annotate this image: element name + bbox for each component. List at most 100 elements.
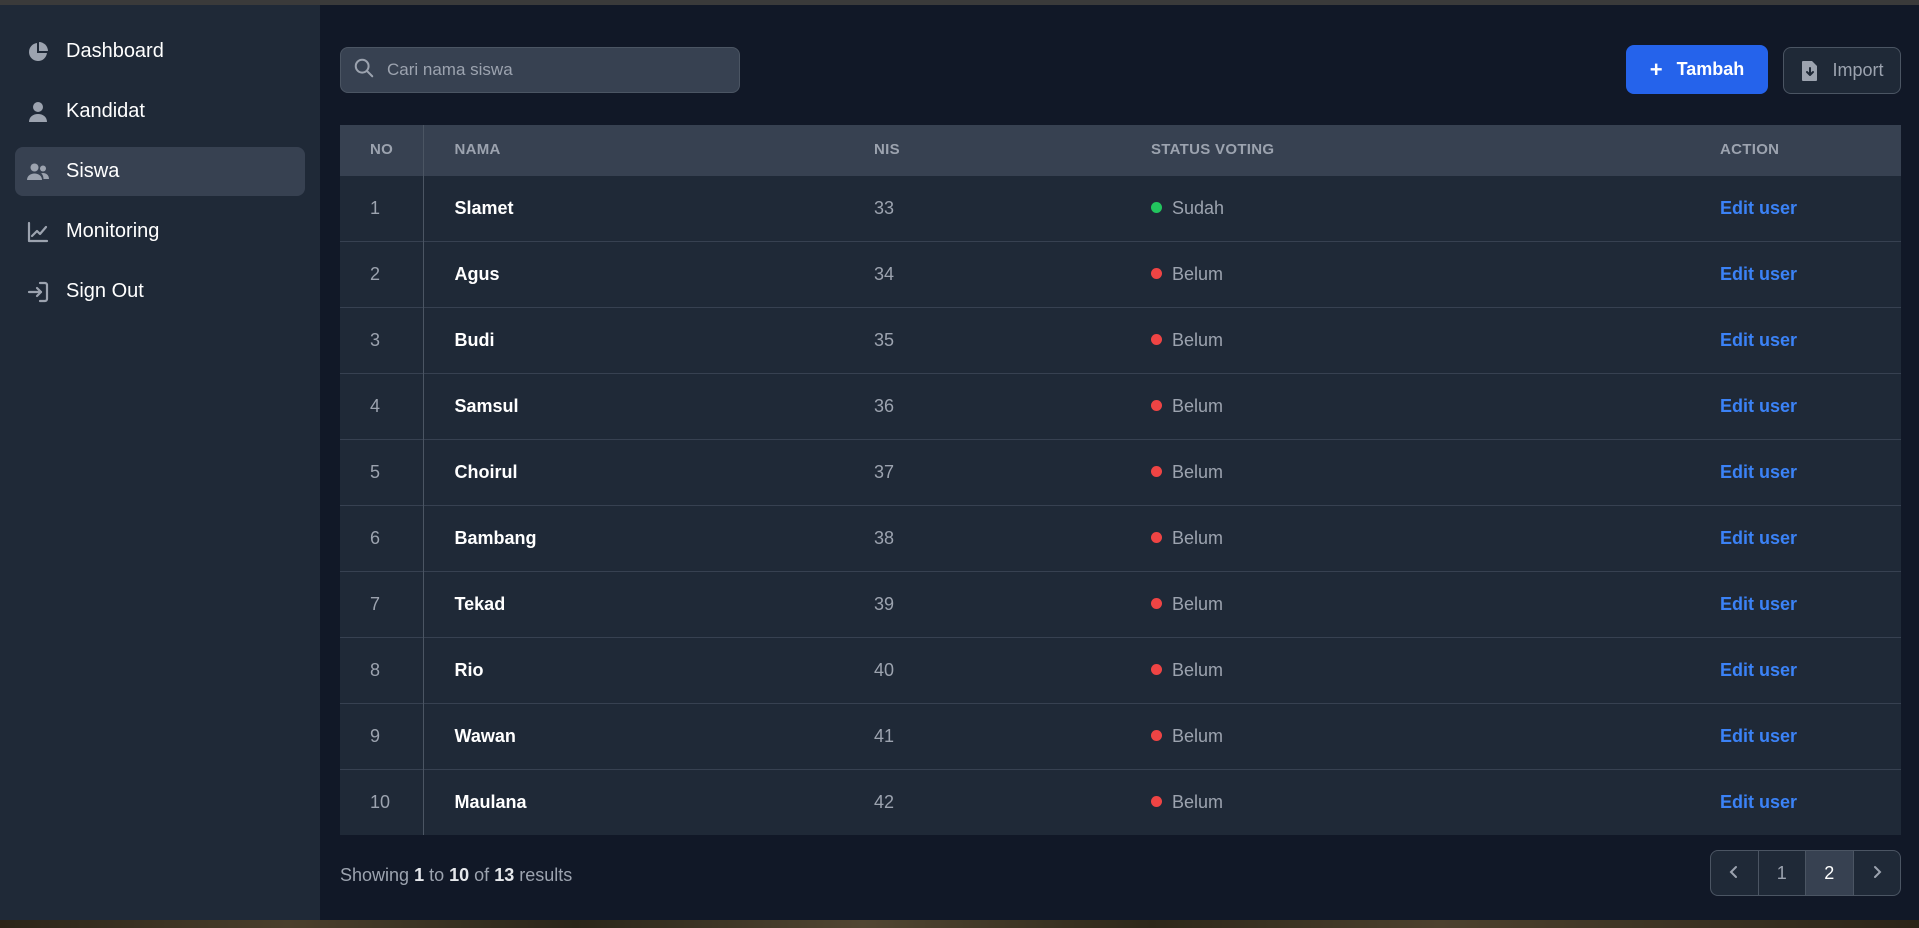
plus-icon: + bbox=[1649, 56, 1663, 82]
header-nama: NAMA bbox=[454, 141, 501, 159]
range-to: 10 bbox=[449, 865, 470, 885]
cell-action: Edit user bbox=[1720, 241, 1901, 307]
cell-action: Edit user bbox=[1720, 373, 1901, 439]
status-text: Belum bbox=[1172, 659, 1224, 680]
cell-nis: 38 bbox=[874, 527, 895, 548]
cell-status: Belum bbox=[1151, 505, 1720, 571]
page-button-1[interactable]: 1 bbox=[1759, 851, 1806, 895]
total-count: 13 bbox=[494, 865, 515, 885]
status-dot-icon bbox=[1151, 399, 1162, 411]
main-content: + Tambah Import NO NAMA NIS STATUS VOTIN… bbox=[320, 5, 1919, 920]
status-dot-icon bbox=[1151, 333, 1162, 345]
next-page-button[interactable] bbox=[1854, 851, 1901, 895]
sidebar-item-label: Dashboard bbox=[66, 40, 164, 62]
import-button[interactable]: Import bbox=[1783, 47, 1901, 94]
cell-no: 10 bbox=[340, 769, 424, 835]
cell-no: 1 bbox=[340, 175, 424, 241]
cell-nis: 41 bbox=[874, 725, 895, 746]
sidebar-item-kandidat[interactable]: Kandidat bbox=[15, 87, 305, 136]
edit-user-link[interactable]: Edit user bbox=[1720, 396, 1797, 416]
cell-no: 8 bbox=[340, 637, 424, 703]
status-text: Belum bbox=[1172, 461, 1224, 482]
cell-no: 3 bbox=[340, 307, 424, 373]
cell-nis: 39 bbox=[874, 593, 895, 614]
user-icon bbox=[25, 99, 51, 125]
header-status-voting: STATUS VOTING bbox=[1151, 141, 1275, 159]
cell-no: 9 bbox=[340, 703, 424, 769]
cell-action: Edit user bbox=[1720, 703, 1901, 769]
edit-user-link[interactable]: Edit user bbox=[1720, 660, 1797, 680]
status-dot-icon bbox=[1151, 465, 1162, 477]
search-input[interactable] bbox=[387, 60, 727, 80]
pagination: 1 2 bbox=[1710, 850, 1901, 896]
cell-action: Edit user bbox=[1720, 637, 1901, 703]
edit-user-link[interactable]: Edit user bbox=[1720, 594, 1797, 614]
cell-nama: Bambang bbox=[454, 527, 537, 548]
status-text: Belum bbox=[1172, 263, 1224, 284]
students-table: NO NAMA NIS STATUS VOTING ACTION 1 Slamet… bbox=[340, 125, 1901, 835]
cell-nis: 34 bbox=[874, 263, 895, 284]
cell-nis: 37 bbox=[874, 461, 895, 482]
edit-user-link[interactable]: Edit user bbox=[1720, 726, 1797, 746]
cell-nama: Choirul bbox=[454, 461, 518, 482]
cell-nis: 36 bbox=[874, 395, 895, 416]
cell-status: Belum bbox=[1151, 571, 1720, 637]
of-label: of bbox=[474, 865, 490, 885]
search-icon bbox=[353, 57, 375, 84]
cell-nama: Budi bbox=[454, 329, 495, 350]
status-text: Belum bbox=[1172, 395, 1224, 416]
results-summary: Showing 1 to 10 of 13 results bbox=[340, 865, 572, 886]
cell-action: Edit user bbox=[1720, 175, 1901, 241]
table-row: 3 Budi 35 Belum Edit user bbox=[340, 307, 1901, 373]
table-row: 4 Samsul 36 Belum Edit user bbox=[340, 373, 1901, 439]
edit-user-link[interactable]: Edit user bbox=[1720, 462, 1797, 482]
sidebar: Dashboard Kandidat Siswa Monitoring Sign… bbox=[0, 5, 320, 920]
cell-nis: 42 bbox=[874, 791, 895, 812]
cell-action: Edit user bbox=[1720, 307, 1901, 373]
edit-user-link[interactable]: Edit user bbox=[1720, 198, 1797, 218]
users-icon bbox=[25, 159, 51, 185]
table-row: 2 Agus 34 Belum Edit user bbox=[340, 241, 1901, 307]
status-text: Belum bbox=[1172, 725, 1224, 746]
results-label: results bbox=[519, 865, 573, 885]
header-nis: NIS bbox=[874, 141, 900, 159]
table-row: 1 Slamet 33 Sudah Edit user bbox=[340, 175, 1901, 241]
sidebar-item-sign-out[interactable]: Sign Out bbox=[15, 267, 305, 316]
cell-no: 5 bbox=[340, 439, 424, 505]
cell-action: Edit user bbox=[1720, 439, 1901, 505]
file-import-icon bbox=[1800, 60, 1820, 82]
sidebar-item-dashboard[interactable]: Dashboard bbox=[15, 27, 305, 76]
cell-status: Belum bbox=[1151, 637, 1720, 703]
status-text: Belum bbox=[1172, 593, 1224, 614]
status-text: Sudah bbox=[1172, 197, 1225, 218]
cell-action: Edit user bbox=[1720, 769, 1901, 835]
sidebar-item-label: Sign Out bbox=[66, 280, 144, 302]
showing-label: Showing bbox=[340, 865, 410, 885]
cell-nama: Wawan bbox=[454, 725, 516, 746]
table-row: 5 Choirul 37 Belum Edit user bbox=[340, 439, 1901, 505]
edit-user-link[interactable]: Edit user bbox=[1720, 792, 1797, 812]
sidebar-item-siswa[interactable]: Siswa bbox=[15, 147, 305, 196]
status-text: Belum bbox=[1172, 791, 1224, 812]
status-dot-icon bbox=[1151, 531, 1162, 543]
status-text: Belum bbox=[1172, 527, 1224, 548]
page-button-2[interactable]: 2 bbox=[1806, 851, 1854, 895]
cell-nama: Samsul bbox=[454, 395, 519, 416]
add-button[interactable]: + Tambah bbox=[1626, 45, 1768, 94]
status-dot-icon bbox=[1151, 267, 1162, 279]
sidebar-item-label: Siswa bbox=[66, 160, 120, 182]
chevron-left-icon bbox=[1728, 863, 1740, 884]
edit-user-link[interactable]: Edit user bbox=[1720, 528, 1797, 548]
header-action: ACTION bbox=[1720, 141, 1780, 159]
edit-user-link[interactable]: Edit user bbox=[1720, 264, 1797, 284]
edit-user-link[interactable]: Edit user bbox=[1720, 330, 1797, 350]
table-row: 6 Bambang 38 Belum Edit user bbox=[340, 505, 1901, 571]
prev-page-button[interactable] bbox=[1711, 851, 1759, 895]
cell-nis: 40 bbox=[874, 659, 895, 680]
status-dot-icon bbox=[1151, 597, 1162, 609]
cell-nama: Agus bbox=[454, 263, 500, 284]
add-button-label: Tambah bbox=[1676, 59, 1745, 79]
table-header-row: NO NAMA NIS STATUS VOTING ACTION bbox=[340, 125, 1901, 175]
sidebar-item-monitoring[interactable]: Monitoring bbox=[15, 207, 305, 256]
search-box[interactable] bbox=[340, 47, 740, 93]
